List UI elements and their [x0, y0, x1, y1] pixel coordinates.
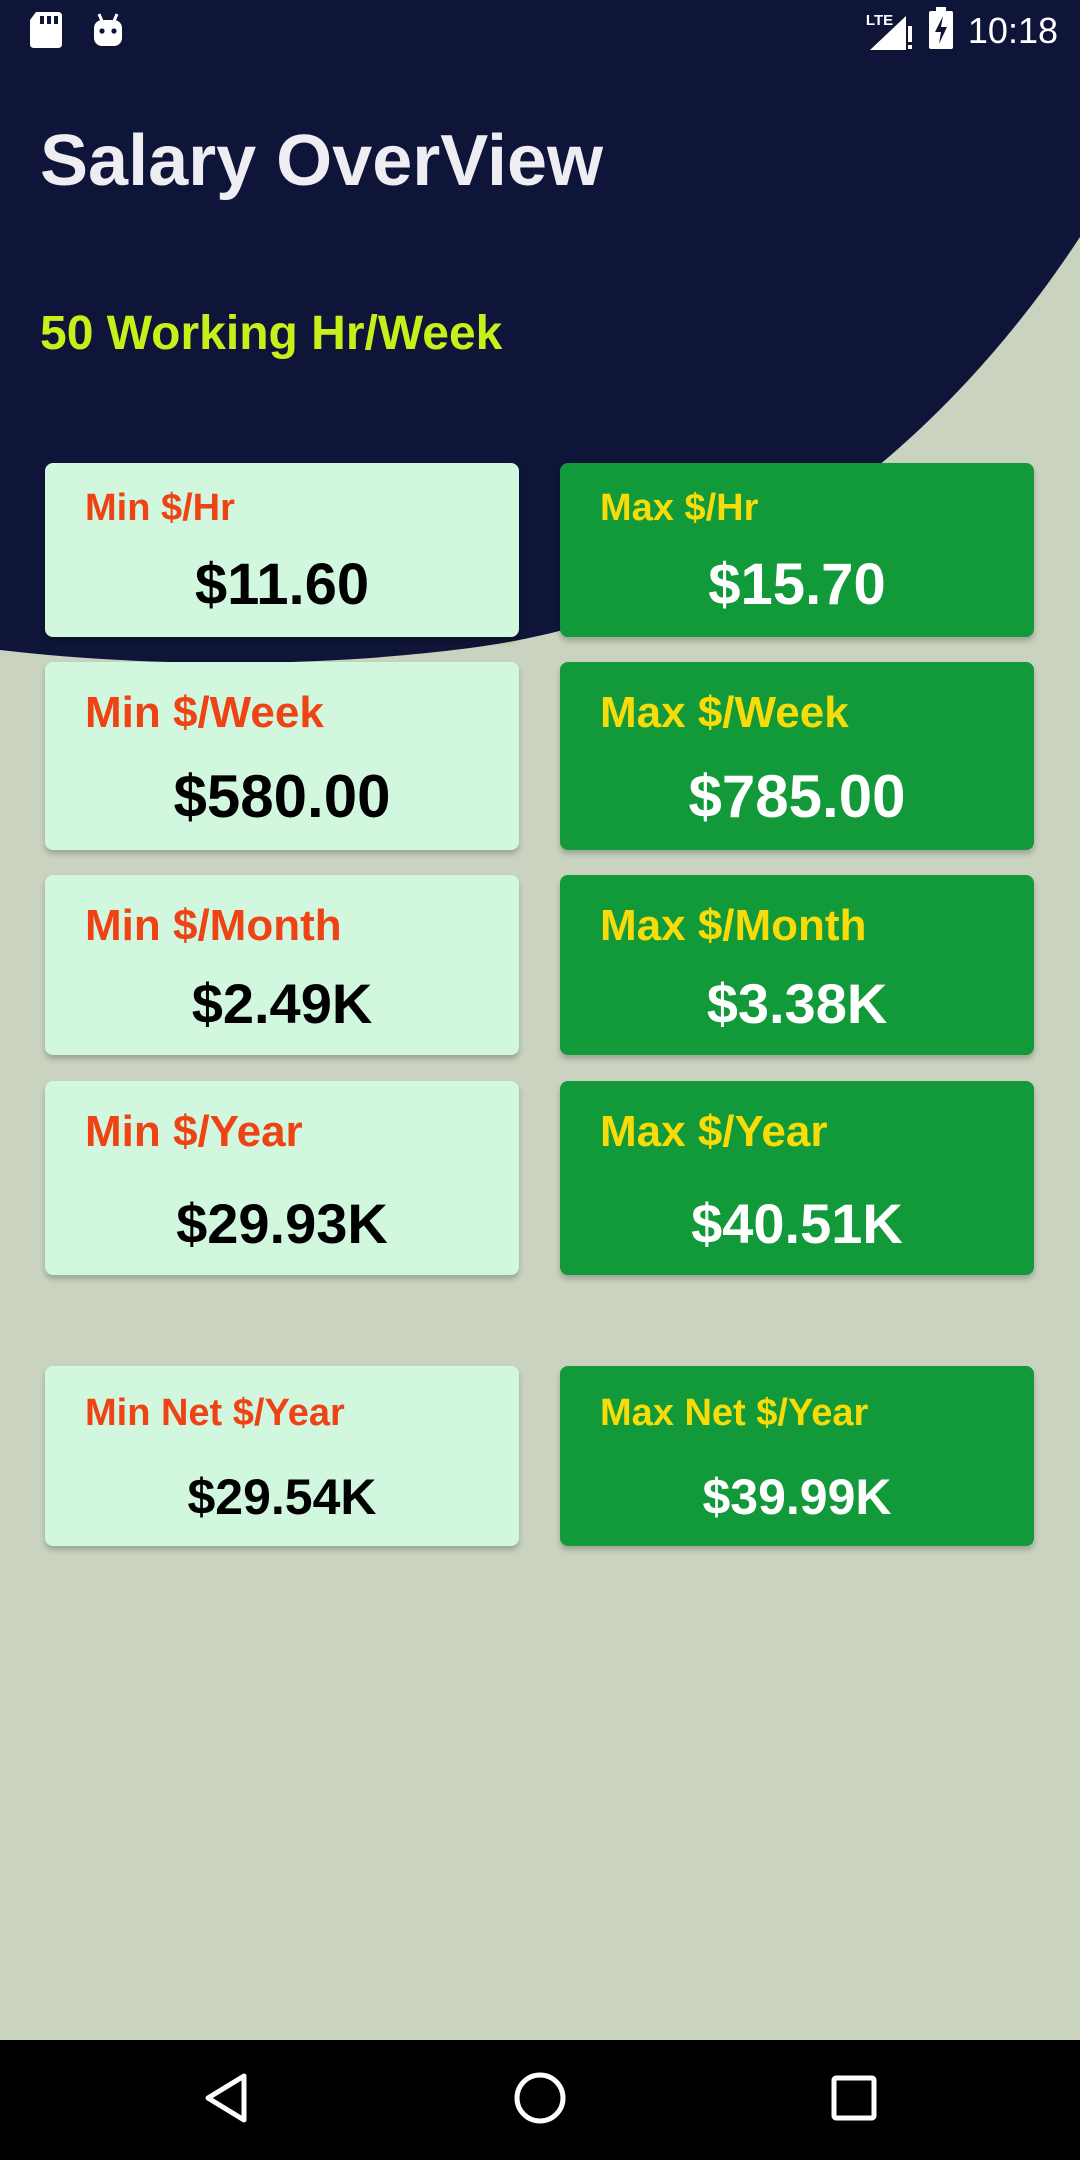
- card-value: $2.49K: [191, 972, 373, 1035]
- recents-button[interactable]: [822, 2068, 886, 2132]
- card-value: $40.51K: [691, 1192, 903, 1255]
- card-value: $3.38K: [706, 972, 888, 1035]
- min-net-yearly-card: Min Net $/Year $29.54K: [45, 1366, 519, 1546]
- min-monthly-card: Min $/Month $2.49K: [45, 875, 519, 1055]
- card-label: Max $/Hr: [600, 487, 759, 529]
- back-icon: [200, 2070, 252, 2131]
- max-weekly-card: Max $/Week $785.00: [560, 662, 1034, 850]
- card-label: Max Net $/Year: [600, 1392, 869, 1434]
- max-monthly-card: Max $/Month $3.38K: [560, 875, 1034, 1055]
- card-value: $11.60: [194, 552, 370, 617]
- min-hourly-card: Min $/Hr $11.60: [45, 463, 519, 637]
- card-value: $39.99K: [702, 1469, 892, 1525]
- card-label: Max $/Month: [600, 901, 867, 950]
- card-label: Min $/Month: [85, 901, 342, 950]
- home-button[interactable]: [508, 2068, 572, 2132]
- card-label: Max $/Week: [600, 688, 849, 737]
- max-hourly-card: Max $/Hr $15.70: [560, 463, 1034, 637]
- card-label: Min $/Year: [85, 1107, 303, 1156]
- min-weekly-card: Min $/Week $580.00: [45, 662, 519, 850]
- card-value: $580.00: [173, 763, 391, 830]
- max-yearly-card: Max $/Year $40.51K: [560, 1081, 1034, 1275]
- status-time: 10:18: [967, 9, 1058, 51]
- card-label: Min $/Hr: [85, 487, 235, 529]
- card-value: $29.93K: [176, 1192, 388, 1255]
- sd-card-icon: [28, 10, 64, 55]
- card-label: Min $/Week: [85, 688, 324, 737]
- card-value: $785.00: [688, 763, 906, 830]
- max-net-yearly-card: Max Net $/Year $39.99K: [560, 1366, 1034, 1546]
- card-label: Max $/Year: [600, 1107, 828, 1156]
- status-bar: LTE 10:18: [0, 0, 1080, 63]
- lte-signal-icon: LTE: [866, 8, 914, 54]
- page-title: Salary OverView: [40, 121, 604, 201]
- min-yearly-card: Min $/Year $29.93K: [45, 1081, 519, 1275]
- android-icon: [90, 10, 126, 55]
- working-hours-subtitle: 50 Working Hr/Week: [40, 307, 503, 360]
- navigation-bar: [0, 2040, 1080, 2160]
- card-value: $29.54K: [187, 1469, 377, 1525]
- back-button[interactable]: [194, 2068, 258, 2132]
- card-label: Min Net $/Year: [85, 1392, 345, 1434]
- home-icon: [512, 2070, 568, 2131]
- recents-icon: [830, 2074, 878, 2127]
- card-value: $15.70: [708, 552, 886, 617]
- battery-charging-icon: [928, 6, 954, 55]
